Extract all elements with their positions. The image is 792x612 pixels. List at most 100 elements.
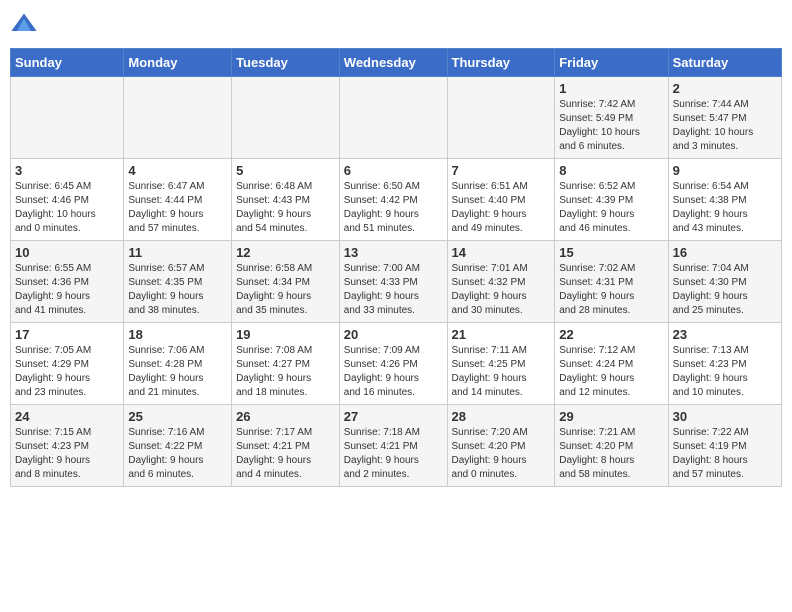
day-info: Sunrise: 7:44 AM Sunset: 5:47 PM Dayligh… — [673, 98, 777, 154]
week-row-2: 10 Sunrise: 6:55 AM Sunset: 4:36 PM Dayli… — [11, 241, 782, 323]
calendar-cell-0-2 — [232, 77, 340, 159]
day-info: Sunrise: 7:05 AM Sunset: 4:29 PM Dayligh… — [15, 344, 119, 400]
day-info: Sunrise: 7:01 AM Sunset: 4:32 PM Dayligh… — [452, 262, 551, 318]
calendar-cell-4-0: 24Sunrise: 7:15 AM Sunset: 4:23 PM Dayli… — [11, 405, 124, 487]
day-number: 8 — [559, 163, 663, 178]
calendar-cell-0-4 — [447, 77, 555, 159]
day-info: Sunrise: 7:42 AM Sunset: 5:49 PM Dayligh… — [559, 98, 663, 154]
calendar-cell-0-1 — [124, 77, 232, 159]
day-number: 12 — [236, 245, 335, 260]
calendar-cell-2-1: 11Sunrise: 6:57 AM Sunset: 4:35 PM Dayli… — [124, 241, 232, 323]
calendar-cell-3-2: 19 Sunrise: 7:08 AM Sunset: 4:27 PM Dayli… — [232, 323, 340, 405]
day-number: 3 — [15, 163, 119, 178]
day-number: 27 — [344, 409, 443, 424]
day-number: 16 — [673, 245, 777, 260]
day-info: Sunrise: 7:08 AM Sunset: 4:27 PM Dayligh… — [236, 344, 335, 400]
day-info: Sunrise: 7:11 AM Sunset: 4:25 PM Dayligh… — [452, 344, 551, 400]
day-number: 13 — [344, 245, 443, 260]
day-info: Sunrise: 6:57 AM Sunset: 4:35 PM Dayligh… — [128, 262, 227, 318]
day-info: Sunrise: 6:51 AM Sunset: 4:40 PM Dayligh… — [452, 180, 551, 236]
calendar-cell-4-6: 30 Sunrise: 7:22 AM Sunset: 4:19 PM Dayli… — [668, 405, 781, 487]
calendar-cell-0-6: 2 Sunrise: 7:44 AM Sunset: 5:47 PM Daylig… — [668, 77, 781, 159]
day-number: 18 — [128, 327, 227, 342]
day-info: Sunrise: 7:17 AM Sunset: 4:21 PM Dayligh… — [236, 426, 335, 482]
week-row-3: 17Sunrise: 7:05 AM Sunset: 4:29 PM Dayli… — [11, 323, 782, 405]
calendar-cell-1-4: 7 Sunrise: 6:51 AM Sunset: 4:40 PM Daylig… — [447, 159, 555, 241]
day-number: 26 — [236, 409, 335, 424]
day-number: 9 — [673, 163, 777, 178]
calendar-cell-2-4: 14 Sunrise: 7:01 AM Sunset: 4:32 PM Dayli… — [447, 241, 555, 323]
header-tuesday: Tuesday — [232, 49, 340, 77]
day-number: 25 — [128, 409, 227, 424]
calendar-cell-1-5: 8 Sunrise: 6:52 AM Sunset: 4:39 PM Daylig… — [555, 159, 668, 241]
calendar-cell-2-3: 13 Sunrise: 7:00 AM Sunset: 4:33 PM Dayli… — [339, 241, 447, 323]
header-friday: Friday — [555, 49, 668, 77]
day-number: 24 — [15, 409, 119, 424]
day-info: Sunrise: 7:20 AM Sunset: 4:20 PM Dayligh… — [452, 426, 551, 482]
header-wednesday: Wednesday — [339, 49, 447, 77]
day-info: Sunrise: 6:48 AM Sunset: 4:43 PM Dayligh… — [236, 180, 335, 236]
calendar-cell-0-5: 1 Sunrise: 7:42 AM Sunset: 5:49 PM Daylig… — [555, 77, 668, 159]
day-number: 6 — [344, 163, 443, 178]
day-info: Sunrise: 7:02 AM Sunset: 4:31 PM Dayligh… — [559, 262, 663, 318]
calendar-cell-2-5: 15 Sunrise: 7:02 AM Sunset: 4:31 PM Dayli… — [555, 241, 668, 323]
day-info: Sunrise: 7:06 AM Sunset: 4:28 PM Dayligh… — [128, 344, 227, 400]
calendar-cell-3-0: 17Sunrise: 7:05 AM Sunset: 4:29 PM Dayli… — [11, 323, 124, 405]
day-info: Sunrise: 7:12 AM Sunset: 4:24 PM Dayligh… — [559, 344, 663, 400]
calendar-cell-3-1: 18 Sunrise: 7:06 AM Sunset: 4:28 PM Dayli… — [124, 323, 232, 405]
day-info: Sunrise: 7:04 AM Sunset: 4:30 PM Dayligh… — [673, 262, 777, 318]
week-row-4: 24Sunrise: 7:15 AM Sunset: 4:23 PM Dayli… — [11, 405, 782, 487]
day-number: 29 — [559, 409, 663, 424]
day-number: 21 — [452, 327, 551, 342]
day-info: Sunrise: 7:16 AM Sunset: 4:22 PM Dayligh… — [128, 426, 227, 482]
day-info: Sunrise: 6:52 AM Sunset: 4:39 PM Dayligh… — [559, 180, 663, 236]
day-info: Sunrise: 7:09 AM Sunset: 4:26 PM Dayligh… — [344, 344, 443, 400]
day-number: 10 — [15, 245, 119, 260]
calendar-cell-1-6: 9 Sunrise: 6:54 AM Sunset: 4:38 PM Daylig… — [668, 159, 781, 241]
calendar-table: SundayMondayTuesdayWednesdayThursdayFrid… — [10, 48, 782, 487]
day-info: Sunrise: 7:00 AM Sunset: 4:33 PM Dayligh… — [344, 262, 443, 318]
day-number: 30 — [673, 409, 777, 424]
logo — [10, 10, 42, 38]
header-monday: Monday — [124, 49, 232, 77]
calendar-cell-0-0 — [11, 77, 124, 159]
week-row-0: 1 Sunrise: 7:42 AM Sunset: 5:49 PM Daylig… — [11, 77, 782, 159]
day-number: 19 — [236, 327, 335, 342]
day-number: 7 — [452, 163, 551, 178]
day-number: 22 — [559, 327, 663, 342]
day-number: 28 — [452, 409, 551, 424]
day-info: Sunrise: 7:13 AM Sunset: 4:23 PM Dayligh… — [673, 344, 777, 400]
day-number: 15 — [559, 245, 663, 260]
calendar-cell-1-1: 4 Sunrise: 6:47 AM Sunset: 4:44 PM Daylig… — [124, 159, 232, 241]
day-number: 2 — [673, 81, 777, 96]
day-number: 14 — [452, 245, 551, 260]
day-number: 5 — [236, 163, 335, 178]
calendar-cell-3-4: 21 Sunrise: 7:11 AM Sunset: 4:25 PM Dayli… — [447, 323, 555, 405]
calendar-cell-3-3: 20 Sunrise: 7:09 AM Sunset: 4:26 PM Dayli… — [339, 323, 447, 405]
calendar-cell-3-6: 23 Sunrise: 7:13 AM Sunset: 4:23 PM Dayli… — [668, 323, 781, 405]
day-number: 20 — [344, 327, 443, 342]
calendar-cell-3-5: 22 Sunrise: 7:12 AM Sunset: 4:24 PM Dayli… — [555, 323, 668, 405]
day-info: Sunrise: 6:45 AM Sunset: 4:46 PM Dayligh… — [15, 180, 119, 236]
header-thursday: Thursday — [447, 49, 555, 77]
day-info: Sunrise: 6:58 AM Sunset: 4:34 PM Dayligh… — [236, 262, 335, 318]
calendar-cell-2-2: 12 Sunrise: 6:58 AM Sunset: 4:34 PM Dayli… — [232, 241, 340, 323]
day-info: Sunrise: 6:55 AM Sunset: 4:36 PM Dayligh… — [15, 262, 119, 318]
day-info: Sunrise: 6:47 AM Sunset: 4:44 PM Dayligh… — [128, 180, 227, 236]
calendar-cell-2-6: 16 Sunrise: 7:04 AM Sunset: 4:30 PM Dayli… — [668, 241, 781, 323]
day-info: Sunrise: 7:18 AM Sunset: 4:21 PM Dayligh… — [344, 426, 443, 482]
day-info: Sunrise: 7:21 AM Sunset: 4:20 PM Dayligh… — [559, 426, 663, 482]
day-number: 4 — [128, 163, 227, 178]
calendar-cell-4-2: 26 Sunrise: 7:17 AM Sunset: 4:21 PM Dayli… — [232, 405, 340, 487]
day-info: Sunrise: 6:54 AM Sunset: 4:38 PM Dayligh… — [673, 180, 777, 236]
calendar-cell-4-1: 25 Sunrise: 7:16 AM Sunset: 4:22 PM Dayli… — [124, 405, 232, 487]
calendar-cell-2-0: 10 Sunrise: 6:55 AM Sunset: 4:36 PM Dayli… — [11, 241, 124, 323]
calendar-cell-1-3: 6Sunrise: 6:50 AM Sunset: 4:42 PM Daylig… — [339, 159, 447, 241]
calendar-header-row: SundayMondayTuesdayWednesdayThursdayFrid… — [11, 49, 782, 77]
day-number: 1 — [559, 81, 663, 96]
day-number: 23 — [673, 327, 777, 342]
calendar-cell-1-2: 5 Sunrise: 6:48 AM Sunset: 4:43 PM Daylig… — [232, 159, 340, 241]
calendar-cell-4-5: 29 Sunrise: 7:21 AM Sunset: 4:20 PM Dayli… — [555, 405, 668, 487]
day-info: Sunrise: 7:22 AM Sunset: 4:19 PM Dayligh… — [673, 426, 777, 482]
calendar-cell-1-0: 3 Sunrise: 6:45 AM Sunset: 4:46 PM Daylig… — [11, 159, 124, 241]
